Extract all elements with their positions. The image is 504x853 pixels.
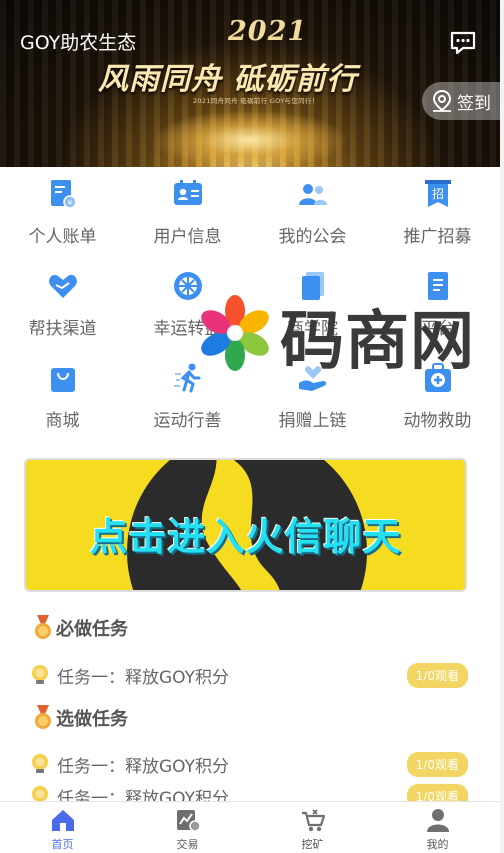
grid-label: 幸运转盘 [153,319,222,339]
heart-hands-icon [46,269,80,303]
grid-label: 帮扶渠道 [28,319,97,339]
bottom-nav: 首页 交易 挖矿 我的 [0,801,500,853]
trade-icon [176,810,201,832]
medal-icon [35,615,51,639]
app-title: GOY助农生态 [20,32,137,54]
section-title-text: 必做任务 [56,619,128,640]
task-row[interactable]: 任务一：释放GOY积分 1/0观看 [30,662,468,688]
lightbulb-icon [32,665,48,684]
grid-label: 运动行善 [153,411,222,431]
recruit-icon: 招 [421,177,455,211]
signin-button[interactable]: 签到 [422,82,500,120]
promo-text: 点击进入火信聊天 [89,515,402,559]
grid-label: 捐赠上链 [278,411,347,431]
required-tasks-title: 必做任务 [32,615,128,641]
optional-tasks-title: 选做任务 [32,705,128,731]
runner-icon [171,361,205,395]
section-title-text: 选做任务 [56,709,128,730]
grid-item-mall[interactable]: 商城 [0,359,125,451]
grid-label: 我的公会 [278,227,347,247]
nav-label: 我的 [426,838,449,851]
users-icon [296,177,330,211]
banner-slogan: 风雨同舟 砥砺前行 [98,62,358,97]
task-badge[interactable]: 1/0观看 [406,751,468,777]
banner-stage-light [150,110,350,167]
bag-icon [46,361,80,395]
watermark-text: 码商网 [280,305,475,379]
grid-item-assist[interactable]: 帮扶渠道 [0,267,125,359]
nav-item-profile[interactable]: 我的 [375,802,500,853]
header-banner: GOY助农生态 2021 风雨同舟 砥砺前行 2021同舟同舟 砥砺前行 GOY… [0,0,500,167]
grid-label: 动物救助 [403,411,472,431]
signin-label: 签到 [457,93,491,114]
nav-label: 挖矿 [301,838,324,851]
grid-label: 商城 [45,411,80,431]
nav-item-home[interactable]: 首页 [0,802,125,853]
banner-subtitle: 2021同舟同舟 砥砺前行 GOY与您同行！ [193,97,319,105]
task-name: 任务一：释放GOY积分 [57,667,230,688]
grid-item-guild[interactable]: 我的公会 [250,175,375,267]
mining-cart-icon [301,809,325,832]
grid-label: 个人账单 [28,227,97,247]
nav-item-mining[interactable]: 挖矿 [250,802,375,853]
message-icon[interactable] [449,30,477,56]
wheel-icon [171,269,205,303]
nav-label: 交易 [176,838,199,851]
medal-icon [35,705,51,729]
bill-icon: ¥ [46,177,80,211]
nav-item-trade[interactable]: 交易 [125,802,250,853]
grid-label: 用户信息 [153,227,222,247]
grid-item-bill[interactable]: ¥ 个人账单 [0,175,125,267]
lightbulb-icon [32,754,48,773]
id-card-icon [171,177,205,211]
task-row[interactable]: 任务一：释放GOY积分 1/0观看 [30,751,468,777]
grid-item-recruit[interactable]: 招 推广招募 [375,175,500,267]
svg-text:¥: ¥ [67,199,72,207]
grid-item-lucky-wheel[interactable]: 幸运转盘 [125,267,250,359]
svg-text:招: 招 [431,187,443,201]
nav-label: 首页 [51,838,74,851]
profile-icon [426,809,449,832]
banner-year: 2021 [228,16,308,47]
grid-item-user-info[interactable]: 用户信息 [125,175,250,267]
page-edge [500,0,504,853]
grid-item-sports-charity[interactable]: 运动行善 [125,359,250,451]
task-name: 任务一：释放GOY积分 [57,756,230,777]
grid-label: 推广招募 [403,227,472,247]
home-icon [51,810,74,831]
location-pin-icon [432,89,452,112]
task-badge[interactable]: 1/0观看 [406,662,468,688]
chat-promo-banner[interactable]: 点击进入火信聊天 [24,458,467,592]
